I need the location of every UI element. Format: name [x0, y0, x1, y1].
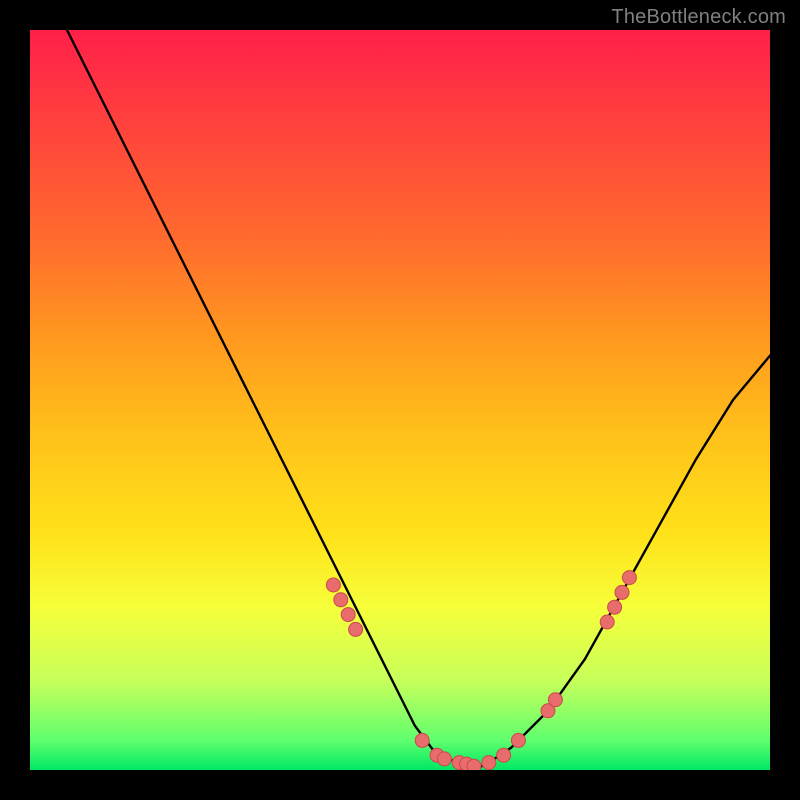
watermark-text: TheBottleneck.com: [611, 6, 786, 29]
curve-dot: [615, 585, 629, 599]
curve-dot: [511, 733, 525, 747]
curve-dot: [334, 593, 348, 607]
curve-dot: [482, 756, 496, 770]
curve-dot: [349, 622, 363, 636]
curve-dot: [326, 578, 340, 592]
curve-dot: [467, 759, 481, 770]
curve-dot: [437, 752, 451, 766]
curve-dot: [548, 693, 562, 707]
curve-svg: [30, 30, 770, 770]
curve-dot: [608, 600, 622, 614]
curve-dot: [600, 615, 614, 629]
curve-dot: [622, 571, 636, 585]
bottleneck-curve: [67, 30, 770, 770]
curve-dot: [341, 608, 355, 622]
curve-dot: [415, 733, 429, 747]
curve-dots-group: [326, 571, 636, 770]
chart-stage: TheBottleneck.com: [0, 0, 800, 800]
curve-dot: [497, 748, 511, 762]
plot-area: [30, 30, 770, 770]
